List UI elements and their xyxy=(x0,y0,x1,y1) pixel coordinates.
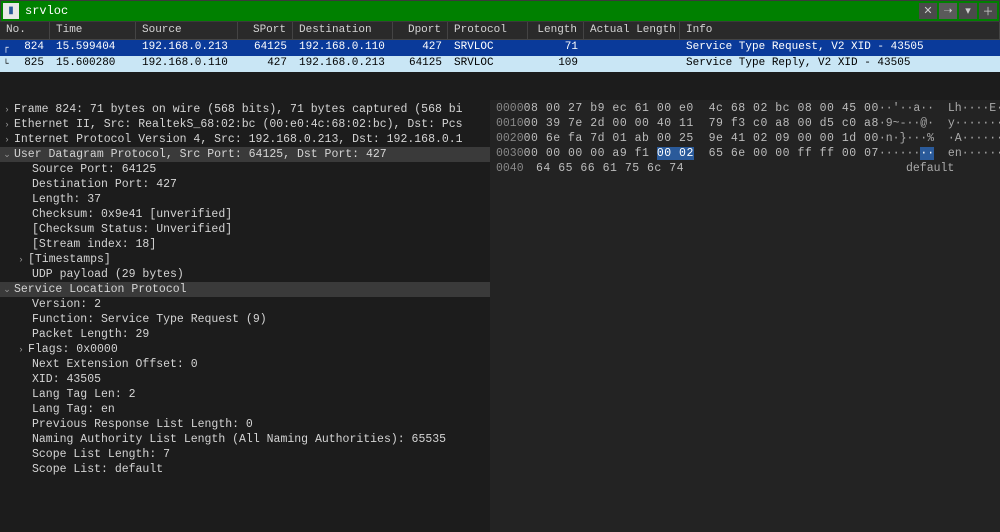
cell-destination: 192.168.0.213 xyxy=(293,56,393,72)
filter-bookmark-icon[interactable]: ▮ xyxy=(3,3,19,19)
packet-list[interactable]: ┌ 824 15.599404 192.168.0.213 64125 192.… xyxy=(0,40,1000,72)
expand-icon[interactable]: › xyxy=(0,105,14,115)
byte-offset: 0010 xyxy=(496,117,524,132)
display-filter-bar: ▮ ✕ ➝ ▾ ＋ xyxy=(0,0,1000,22)
tree-srvloc-langtag[interactable]: Lang Tag: en xyxy=(0,402,490,417)
byte-hex: 00 39 7e 2d 00 00 40 11 79 f3 c0 a8 00 d… xyxy=(524,117,879,132)
cell-length: 109 xyxy=(528,56,584,72)
cell-actual-length xyxy=(584,56,680,72)
expand-icon[interactable]: › xyxy=(14,255,28,265)
cell-info: Service Type Reply, V2 XID - 43505 xyxy=(680,56,1000,72)
packet-row[interactable]: └ 825 15.600280 192.168.0.110 427 192.16… xyxy=(0,56,1000,72)
cell-length: 71 xyxy=(528,40,584,56)
tree-ip[interactable]: ›Internet Protocol Version 4, Src: 192.1… xyxy=(0,132,490,147)
byte-hex: 08 00 27 b9 ec 61 00 e0 4c 68 02 bc 08 0… xyxy=(524,102,879,117)
tree-udp-length[interactable]: Length: 37 xyxy=(0,192,490,207)
related-marker-icon: └ xyxy=(0,56,12,72)
byte-hex: 00 6e fa 7d 01 ab 00 25 9e 41 02 09 00 0… xyxy=(524,132,879,147)
expand-icon[interactable]: › xyxy=(0,135,14,145)
packet-bytes-pane[interactable]: 0000 08 00 27 b9 ec 61 00 e0 4c 68 02 bc… xyxy=(490,100,1000,532)
cell-no: 824 xyxy=(12,40,50,56)
tree-frame[interactable]: ›Frame 824: 71 bytes on wire (568 bits),… xyxy=(0,102,490,117)
selected-bytes: 00 02 xyxy=(657,147,694,160)
packet-list-header[interactable]: No. Time Source SPort Destination Dport … xyxy=(0,22,1000,40)
cell-dport: 427 xyxy=(393,40,448,56)
tree-srvloc-naming[interactable]: Naming Authority List Length (All Naming… xyxy=(0,432,490,447)
byte-offset: 0000 xyxy=(496,102,524,117)
display-filter-input[interactable] xyxy=(21,2,919,20)
byte-ascii: ·9~-··@· y······· xyxy=(879,117,1000,132)
packet-details-pane[interactable]: ›Frame 824: 71 bytes on wire (568 bits),… xyxy=(0,100,490,532)
tree-udp-payload[interactable]: UDP payload (29 bytes) xyxy=(0,267,490,282)
tree-udp-checksum[interactable]: Checksum: 0x9e41 [unverified] xyxy=(0,207,490,222)
cell-no: 825 xyxy=(12,56,50,72)
cell-sport: 427 xyxy=(238,56,293,72)
byte-row[interactable]: 0040 64 65 66 61 75 6c 74 default xyxy=(496,162,994,177)
cell-time: 15.599404 xyxy=(50,40,136,56)
cell-source: 192.168.0.110 xyxy=(136,56,238,72)
add-filter-button[interactable]: ＋ xyxy=(979,3,997,19)
tree-udp-stream[interactable]: [Stream index: 18] xyxy=(0,237,490,252)
tree-srvloc-prevresp[interactable]: Previous Response List Length: 0 xyxy=(0,417,490,432)
tree-srvloc-langlen[interactable]: Lang Tag Len: 2 xyxy=(0,387,490,402)
byte-row[interactable]: 0010 00 39 7e 2d 00 00 40 11 79 f3 c0 a8… xyxy=(496,117,994,132)
cell-protocol: SRVLOC xyxy=(448,40,528,56)
byte-offset: 0030 xyxy=(496,147,524,162)
cell-dport: 64125 xyxy=(393,56,448,72)
col-header-actual-length[interactable]: Actual Length xyxy=(584,22,680,39)
tree-srvloc-pktlen[interactable]: Packet Length: 29 xyxy=(0,327,490,342)
byte-ascii: ··'··a·· Lh····E· xyxy=(879,102,1000,117)
col-header-info[interactable]: Info xyxy=(680,22,1000,39)
cell-info: Service Type Request, V2 XID - 43505 xyxy=(680,40,1000,56)
apply-filter-button[interactable]: ➝ xyxy=(939,3,957,19)
cell-sport: 64125 xyxy=(238,40,293,56)
tree-srvloc-scopelen[interactable]: Scope List Length: 7 xyxy=(0,447,490,462)
tree-ethernet[interactable]: ›Ethernet II, Src: RealtekS_68:02:bc (00… xyxy=(0,117,490,132)
byte-offset: 0020 xyxy=(496,132,524,147)
cell-time: 15.600280 xyxy=(50,56,136,72)
byte-row[interactable]: 0020 00 6e fa 7d 01 ab 00 25 9e 41 02 09… xyxy=(496,132,994,147)
col-header-no[interactable]: No. xyxy=(0,22,50,39)
tree-udp[interactable]: ⌄User Datagram Protocol, Src Port: 64125… xyxy=(0,147,490,162)
col-header-source[interactable]: Source xyxy=(136,22,238,39)
byte-row[interactable]: 0000 08 00 27 b9 ec 61 00 e0 4c 68 02 bc… xyxy=(496,102,994,117)
clear-filter-button[interactable]: ✕ xyxy=(919,3,937,19)
selected-ascii: ·· xyxy=(920,147,934,160)
tree-srvloc[interactable]: ⌄Service Location Protocol xyxy=(0,282,490,297)
cell-protocol: SRVLOC xyxy=(448,56,528,72)
tree-udp-timestamps[interactable]: ›[Timestamps] xyxy=(0,252,490,267)
byte-hex: 00 00 00 00 a9 f1 00 02 65 6e 00 00 ff f… xyxy=(524,147,879,162)
tree-srvloc-nextext[interactable]: Next Extension Offset: 0 xyxy=(0,357,490,372)
related-marker-icon: ┌ xyxy=(0,40,12,56)
tree-udp-srcport[interactable]: Source Port: 64125 xyxy=(0,162,490,177)
byte-row[interactable]: 0030 00 00 00 00 a9 f1 00 02 65 6e 00 00… xyxy=(496,147,994,162)
tree-srvloc-version[interactable]: Version: 2 xyxy=(0,297,490,312)
collapse-icon[interactable]: ⌄ xyxy=(0,285,14,295)
col-header-time[interactable]: Time xyxy=(50,22,136,39)
byte-ascii: ········ en······ xyxy=(879,147,1000,162)
col-header-length[interactable]: Length xyxy=(528,22,584,39)
byte-ascii: default xyxy=(906,162,994,177)
byte-ascii: ·n·}···% ·A······ xyxy=(879,132,1000,147)
tree-srvloc-flags[interactable]: ›Flags: 0x0000 xyxy=(0,342,490,357)
byte-offset: 0040 xyxy=(496,162,536,177)
col-header-destination[interactable]: Destination xyxy=(293,22,393,39)
expand-icon[interactable]: › xyxy=(14,345,28,355)
cell-source: 192.168.0.213 xyxy=(136,40,238,56)
byte-hex: 64 65 66 61 75 6c 74 xyxy=(536,162,906,177)
expand-icon[interactable]: › xyxy=(0,120,14,130)
tree-udp-checksum-status[interactable]: [Checksum Status: Unverified] xyxy=(0,222,490,237)
tree-srvloc-xid[interactable]: XID: 43505 xyxy=(0,372,490,387)
packet-row[interactable]: ┌ 824 15.599404 192.168.0.213 64125 192.… xyxy=(0,40,1000,56)
cell-actual-length xyxy=(584,40,680,56)
col-header-dport[interactable]: Dport xyxy=(393,22,448,39)
collapse-icon[interactable]: ⌄ xyxy=(0,150,14,160)
tree-srvloc-scopelist[interactable]: Scope List: default xyxy=(0,462,490,477)
col-header-sport[interactable]: SPort xyxy=(238,22,293,39)
tree-udp-dstport[interactable]: Destination Port: 427 xyxy=(0,177,490,192)
filter-history-dropdown[interactable]: ▾ xyxy=(959,3,977,19)
cell-destination: 192.168.0.110 xyxy=(293,40,393,56)
col-header-protocol[interactable]: Protocol xyxy=(448,22,528,39)
tree-srvloc-function[interactable]: Function: Service Type Request (9) xyxy=(0,312,490,327)
